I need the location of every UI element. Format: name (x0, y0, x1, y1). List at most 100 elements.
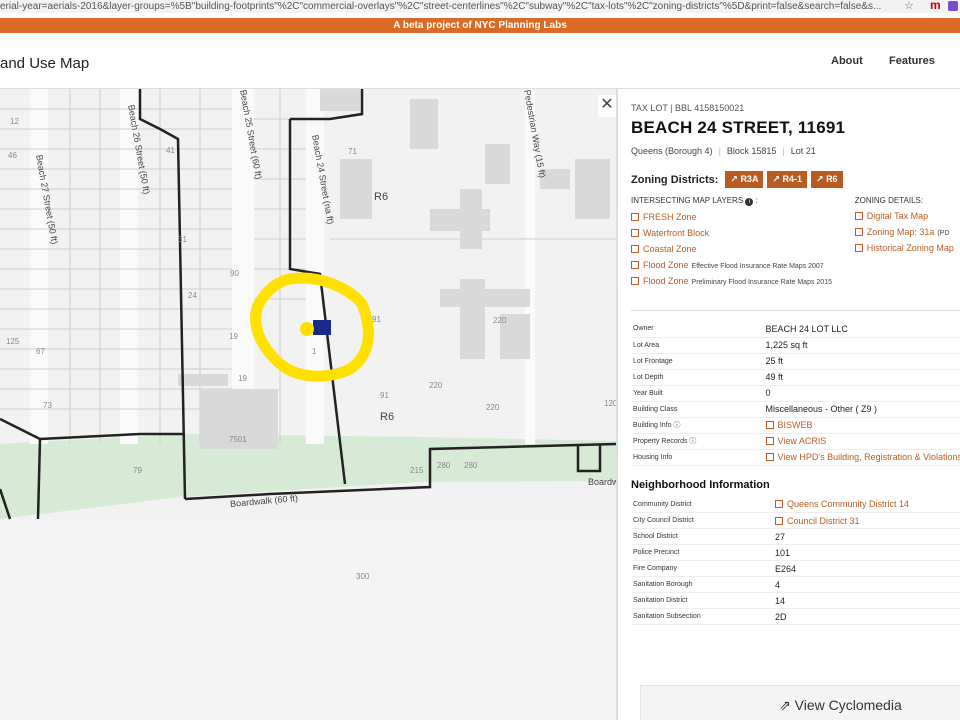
info-icon[interactable]: i (745, 198, 754, 206)
zoning-districts: Zoning Districts: ↗ R3A ↗ R4-1 ↗ R6 (631, 171, 960, 188)
hpd-link[interactable]: View HPD's Building, Registration & Viol… (763, 449, 960, 466)
separator: | (782, 146, 785, 156)
row-value: 101 (773, 544, 960, 561)
lot-address-title: BEACH 24 STREET, 11691 (631, 118, 846, 137)
table-row: Year Built 0 (631, 385, 960, 402)
lot-number: 120 (604, 399, 616, 408)
detail-link-label: Zoning Map: 31a (866, 227, 935, 237)
row-value: 1,225 sq ft (763, 337, 960, 354)
separator: | (718, 146, 721, 156)
zoning-badge-text: R3A (740, 174, 759, 184)
row-key: Lot Depth (631, 369, 764, 386)
layer-link-label: FRESH Zone (643, 212, 697, 222)
bisweb-link[interactable]: BISWEB (763, 417, 960, 434)
external-link-icon (775, 516, 783, 525)
layer-link-flood-zone-2015[interactable]: Flood Zone Preliminary Flood Insurance Ra… (631, 276, 855, 286)
lot-number: 300 (356, 572, 370, 581)
browser-url-bar[interactable]: erial-year=aerials-2016&layer-groups=%5B… (0, 0, 960, 13)
council-district-link[interactable]: Council District 31 (773, 512, 960, 529)
zoning-badge-r3a[interactable]: ↗ R3A (725, 171, 764, 188)
lot-number: 91 (380, 391, 389, 400)
layer-link-flood-zone-2007[interactable]: Flood Zone Effective Flood Insurance Rate… (631, 260, 855, 270)
table-row: Housing Info View HPD's Building, Registr… (631, 449, 960, 466)
lot-info-panel: TAX LOT | BBL 4158150021 BEACH 24 STREET… (616, 89, 960, 720)
row-value: Miscellaneous - Other ( Z9 ) (763, 401, 960, 418)
lot-number: 19 (238, 374, 247, 383)
external-link-icon (854, 212, 863, 220)
external-link-icon (854, 228, 863, 236)
map-canvas[interactable]: Beach 27 Street (50 ft) Beach 26 Street … (0, 89, 616, 720)
highlight-dot (300, 322, 314, 336)
table-row: Lot Area 1,225 sq ft (631, 337, 960, 354)
lot-number: 24 (188, 291, 197, 300)
external-link-icon (631, 245, 639, 253)
community-district-link[interactable]: Queens Community District 14 (773, 496, 960, 513)
zoning-details: ZONING DETAILS: Digital Tax Map Zoning M… (854, 196, 960, 292)
neighborhood-table: Community District Queens Community Distr… (631, 496, 960, 625)
lot-number: 220 (429, 381, 443, 390)
star-icon[interactable]: ☆ (904, 0, 914, 13)
url-text[interactable]: erial-year=aerials-2016&layer-groups=%5B… (0, 0, 900, 13)
row-value: 49 ft (763, 369, 960, 386)
external-link: Queens Community District 14 (775, 499, 909, 509)
lot-number: 7501 (229, 435, 247, 444)
nav-features[interactable]: Features (889, 55, 935, 67)
row-value: Council District 31 (787, 515, 860, 526)
borough-label: Queens (Borough 4) (631, 146, 713, 156)
row-key: Sanitation Borough (631, 576, 773, 593)
zoning-badge-r4-1[interactable]: ↗ R4-1 (767, 171, 808, 188)
external-link-icon (775, 500, 783, 509)
lot-number: 280 (464, 461, 478, 470)
extension-icon[interactable] (948, 1, 958, 11)
zone-label: R6 (374, 191, 389, 203)
layers-header: INTERSECTING MAP LAYERS i : (631, 196, 855, 206)
external-link-icon (631, 277, 639, 285)
lot-number: 71 (348, 147, 357, 156)
lot-number: 41 (166, 146, 175, 155)
table-row: Sanitation District 14 (631, 592, 960, 609)
layer-link-coastal-zone[interactable]: Coastal Zone (631, 244, 855, 254)
block-label: Block 15815 (726, 146, 777, 156)
detail-link-label: Historical Zoning Map (866, 243, 954, 253)
row-value: View ACRIS (777, 436, 827, 446)
row-value: 27 (773, 528, 960, 545)
external-link: View HPD's Building, Registration & Viol… (765, 452, 960, 462)
external-link-icon (854, 244, 863, 252)
row-value: 0 (763, 385, 960, 402)
extension-icon[interactable]: m (930, 0, 941, 12)
layer-link-label: Flood Zone (643, 276, 689, 286)
layer-link-waterfront-block[interactable]: Waterfront Block (631, 228, 855, 238)
layer-link-label: Coastal Zone (643, 244, 697, 254)
zoning-badge-r6[interactable]: ↗ R6 (811, 171, 843, 188)
table-row: Community District Queens Community Distr… (631, 496, 960, 513)
row-value: 14 (773, 592, 960, 609)
row-key: Building Class (631, 401, 764, 418)
table-row: Fire Company E264 (631, 560, 960, 577)
close-panel-button[interactable]: ✕ (598, 95, 616, 117)
info-icon[interactable]: ⓘ (673, 422, 680, 429)
table-row: Police Precinct 101 (631, 544, 960, 561)
beta-banner[interactable]: A beta project of NYC Planning Labs (0, 18, 960, 33)
detail-link-digital-tax-map[interactable]: Digital Tax Map (854, 211, 960, 221)
row-key: Building Info ⓘ (631, 417, 764, 434)
layer-link-fresh-zone[interactable]: FRESH Zone (631, 212, 855, 222)
row-key: Sanitation District (631, 592, 773, 609)
lot-number: 73 (43, 401, 52, 410)
lot-number: 19 (229, 332, 238, 341)
table-row: Building Class Miscellaneous - Other ( Z9… (631, 401, 960, 418)
lot-number: 215 (410, 466, 424, 475)
lot-number: 220 (486, 403, 500, 412)
row-key: Housing Info (631, 449, 764, 466)
row-key: Sanitation Subsection (631, 608, 773, 625)
detail-link-zoning-map[interactable]: Zoning Map: 31a (PD (854, 227, 960, 237)
detail-link-historical-zoning-map[interactable]: Historical Zoning Map (854, 243, 960, 253)
app-title[interactable]: and Use Map (0, 55, 89, 72)
nav-about[interactable]: About (831, 55, 863, 67)
table-row: Sanitation Borough 4 (631, 576, 960, 593)
divider (631, 310, 960, 311)
info-icon[interactable]: ⓘ (689, 438, 696, 445)
acris-link[interactable]: View ACRIS (763, 433, 960, 450)
table-row: School District 27 (631, 528, 960, 545)
view-cyclomedia-button[interactable]: ⇗ View Cyclomedia (640, 685, 960, 720)
neighborhood-header: Neighborhood Information (631, 478, 770, 491)
